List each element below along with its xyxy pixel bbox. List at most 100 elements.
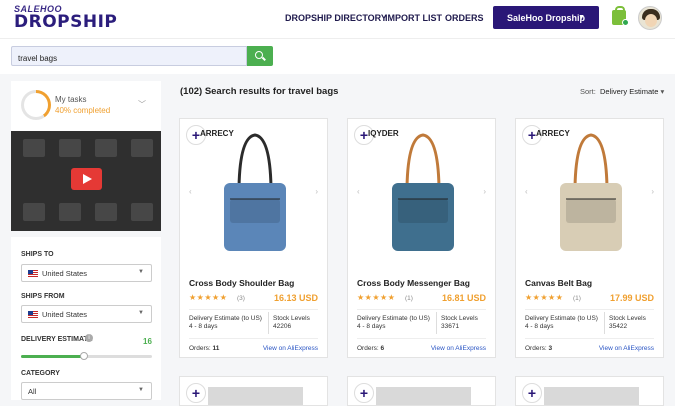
- view-on-aliexpress-link[interactable]: View on AliExpress: [431, 345, 486, 352]
- delivery-estimate-value: 4 - 8 days: [357, 323, 386, 330]
- stock-levels-label: Stock Levels: [273, 315, 310, 322]
- logo-bottom-text: DROPSHIP: [14, 12, 118, 32]
- category-select[interactable]: All ▼: [21, 382, 152, 400]
- chevron-right-icon[interactable]: ›: [651, 187, 654, 196]
- product-image: [376, 387, 471, 405]
- product-card[interactable]: + IQYDER ‹ › Cross Body Messenger Bag ★★…: [347, 118, 496, 358]
- divider: [268, 312, 269, 334]
- chevron-right-icon[interactable]: ›: [315, 187, 318, 196]
- chevron-left-icon[interactable]: ‹: [525, 187, 528, 196]
- divider: [436, 312, 437, 334]
- product-name[interactable]: Cross Body Shoulder Bag: [189, 278, 294, 288]
- product-brand: ARRECY: [536, 129, 570, 138]
- add-to-import-list-button[interactable]: +: [186, 383, 206, 403]
- product-image: [208, 387, 303, 405]
- divider: [189, 309, 318, 310]
- star-rating: ★★★★★: [525, 293, 564, 302]
- video-thumb-tile: [23, 139, 45, 157]
- delivery-estimate-value: 4 - 8 days: [525, 323, 554, 330]
- tasks-progress-label: 40% completed: [55, 106, 111, 115]
- sort-control[interactable]: Sort: Delivery Estimate ▾: [580, 87, 664, 96]
- search-input[interactable]: [11, 46, 247, 66]
- video-thumb-tile: [59, 139, 81, 157]
- category-value: All: [28, 387, 37, 396]
- product-name[interactable]: Cross Body Messenger Bag: [357, 278, 470, 288]
- product-card[interactable]: + ARRECY ‹ › Canvas Belt Bag ★★★★★ (1) 1…: [515, 118, 664, 358]
- view-on-aliexpress-link[interactable]: View on AliExpress: [599, 345, 654, 352]
- sort-value: Delivery Estimate: [600, 87, 659, 96]
- divider: [189, 338, 318, 339]
- stock-levels-label: Stock Levels: [441, 315, 478, 322]
- view-on-aliexpress-link[interactable]: View on AliExpress: [263, 345, 318, 352]
- product-price: 16.81 USD: [441, 293, 486, 303]
- filters-panel: SHIPS TO United States ▼ SHIPS FROM Unit…: [11, 237, 161, 400]
- divider: [357, 309, 486, 310]
- search-icon-handle: [262, 56, 266, 61]
- slider-fill: [21, 355, 84, 358]
- video-thumb-tile: [131, 203, 153, 221]
- product-price: 16.13 USD: [273, 293, 318, 303]
- progress-donut: [21, 90, 51, 120]
- tasks-panel[interactable]: My tasks 40% completed ﹀: [11, 81, 161, 131]
- user-avatar[interactable]: [638, 6, 662, 30]
- caret-down-icon: ▾: [660, 87, 665, 96]
- play-icon[interactable]: [71, 168, 102, 190]
- product-card[interactable]: +: [347, 376, 496, 406]
- nav-dropship-directory[interactable]: DROPSHIP DIRECTORY: [285, 13, 387, 23]
- stock-levels-label: Stock Levels: [609, 315, 646, 322]
- info-icon[interactable]: i: [85, 334, 93, 342]
- product-card[interactable]: +: [515, 376, 664, 406]
- ships-to-select[interactable]: United States ▼: [21, 264, 152, 282]
- ships-from-select[interactable]: United States ▼: [21, 305, 152, 323]
- ships-to-label: SHIPS TO: [21, 251, 54, 258]
- add-to-import-list-button[interactable]: +: [354, 383, 374, 403]
- tasks-title: My tasks: [55, 95, 87, 104]
- delivery-estimate-label: DELIVERY ESTIMATE: [21, 336, 93, 343]
- product-name[interactable]: Canvas Belt Bag: [525, 278, 592, 288]
- ships-from-label: SHIPS FROM: [21, 293, 65, 300]
- chevron-right-icon[interactable]: ›: [483, 187, 486, 196]
- notification-badge-icon: [622, 19, 629, 26]
- delivery-estimate-value: 4 - 8 days: [189, 323, 218, 330]
- video-thumb-tile: [95, 203, 117, 221]
- video-thumb-tile: [95, 139, 117, 157]
- caret-down-icon: ▼: [578, 14, 585, 21]
- sort-label: Sort:: [580, 87, 596, 96]
- star-rating: ★★★★★: [189, 293, 228, 302]
- star-rating: ★★★★★: [357, 293, 396, 302]
- us-flag-icon: [28, 270, 38, 277]
- add-to-import-list-button[interactable]: +: [522, 383, 542, 403]
- stock-levels-value: 42206: [273, 323, 292, 330]
- stock-levels-value: 33671: [441, 323, 460, 330]
- review-count: (1): [573, 295, 581, 302]
- product-image[interactable]: [372, 125, 473, 261]
- product-image[interactable]: [204, 125, 305, 261]
- delivery-estimate-slider[interactable]: [21, 352, 152, 360]
- divider: [357, 338, 486, 339]
- account-button-label: SaleHoo Dropship: [507, 13, 586, 23]
- product-card[interactable]: + ARRECY ‹ › Cross Body Shoulder Bag ★★★…: [179, 118, 328, 358]
- video-thumb-tile: [23, 203, 45, 221]
- review-count: (1): [405, 295, 413, 302]
- search-button[interactable]: [247, 46, 273, 66]
- top-header: SALEHOO DROPSHIP DROPSHIP DIRECTORY IMPO…: [0, 0, 675, 38]
- divider: [525, 309, 654, 310]
- chevron-left-icon[interactable]: ‹: [357, 187, 360, 196]
- salehoo-logo[interactable]: SALEHOO DROPSHIP: [10, 4, 117, 34]
- product-image: [544, 387, 639, 405]
- orders-count: Orders: 3: [525, 345, 553, 352]
- tutorial-video[interactable]: [11, 131, 161, 231]
- delivery-estimate-label: Delivery Estimate (to US): [189, 315, 262, 322]
- nav-orders[interactable]: ORDERS: [445, 13, 484, 23]
- orders-count: Orders: 11: [189, 345, 220, 352]
- slider-handle[interactable]: [79, 352, 88, 360]
- product-card[interactable]: +: [179, 376, 328, 406]
- nav-import-list[interactable]: IMPORT LIST: [385, 13, 442, 23]
- chevron-down-icon[interactable]: ﹀: [138, 99, 146, 110]
- product-image[interactable]: [540, 125, 641, 261]
- chevron-left-icon[interactable]: ‹: [189, 187, 192, 196]
- video-thumb-tile: [59, 203, 81, 221]
- category-label: CATEGORY: [21, 370, 60, 377]
- account-dropdown-button[interactable]: SaleHoo Dropship ▼: [493, 6, 599, 29]
- avatar-face: [645, 14, 657, 27]
